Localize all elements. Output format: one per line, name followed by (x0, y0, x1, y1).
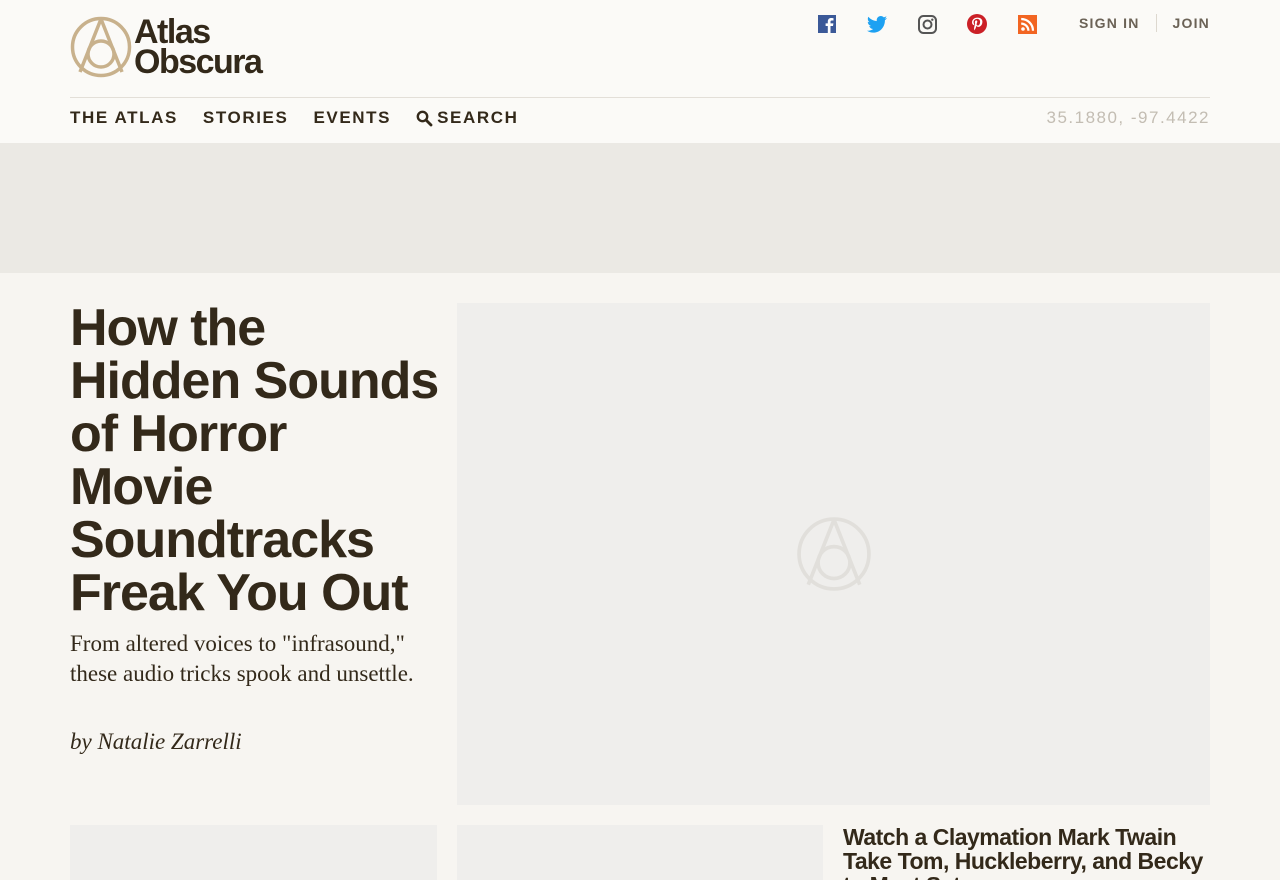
facebook-icon[interactable] (815, 12, 839, 36)
rss-icon[interactable] (1015, 12, 1039, 36)
pinterest-icon[interactable] (965, 12, 989, 36)
nav-search[interactable]: SEARCH (416, 108, 518, 128)
site-header: Atlas Obscura SIGN IN JOIN THE ATLAS STO… (0, 0, 1280, 143)
hero-image-placeholder[interactable] (457, 303, 1210, 805)
social-links (815, 12, 1065, 36)
nav-the-atlas[interactable]: THE ATLAS (70, 108, 178, 128)
instagram-icon[interactable] (915, 12, 939, 36)
coordinates-readout: 35.1880, -97.4422 (1046, 108, 1210, 127)
main-nav: THE ATLAS STORIES EVENTS SEARCH (70, 108, 518, 128)
site-logo[interactable]: Atlas Obscura (70, 15, 280, 81)
ad-banner-placeholder (0, 143, 1280, 273)
article-dek: From altered voices to "infrasound," the… (70, 631, 414, 686)
article-headline[interactable]: How the Hidden Sounds of Horror Movie So… (70, 302, 440, 620)
search-icon (416, 110, 433, 126)
related-card-thumbnail[interactable] (70, 825, 437, 880)
nav-stories[interactable]: STORIES (203, 108, 289, 128)
nav-search-label: SEARCH (437, 108, 519, 127)
join-link[interactable]: JOIN (1173, 15, 1210, 31)
article-byline[interactable]: by Natalie Zarrelli (70, 729, 242, 755)
logo-wordmark: Atlas Obscura (134, 15, 263, 81)
related-card-title[interactable]: Watch a Claymation Mark Twain Take Tom, … (843, 825, 1213, 880)
twitter-icon[interactable] (865, 12, 889, 36)
header-divider (70, 97, 1210, 98)
nav-events[interactable]: EVENTS (313, 108, 391, 128)
auth-divider (1155, 14, 1157, 32)
atlas-obscura-logo-icon (70, 16, 132, 78)
logo-wordmark-line2: Obscura (134, 43, 263, 81)
related-card-thumbnail[interactable] (457, 825, 823, 880)
image-placeholder-logo-icon (796, 517, 871, 591)
auth-links: SIGN IN JOIN (1079, 14, 1210, 32)
sign-in-link[interactable]: SIGN IN (1079, 15, 1140, 31)
